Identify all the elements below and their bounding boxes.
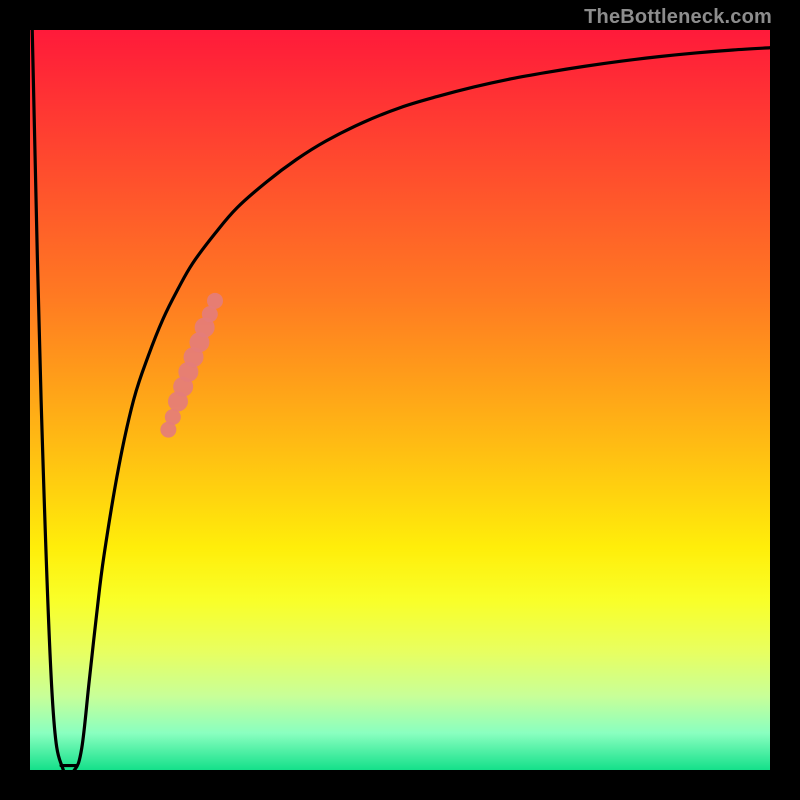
- chart-frame: TheBottleneck.com: [0, 0, 800, 800]
- highlight-markers: [160, 293, 223, 438]
- watermark-text: TheBottleneck.com: [584, 6, 772, 29]
- plot-svg: [30, 30, 770, 770]
- curve-line: [32, 30, 770, 770]
- plot-area: [30, 30, 770, 770]
